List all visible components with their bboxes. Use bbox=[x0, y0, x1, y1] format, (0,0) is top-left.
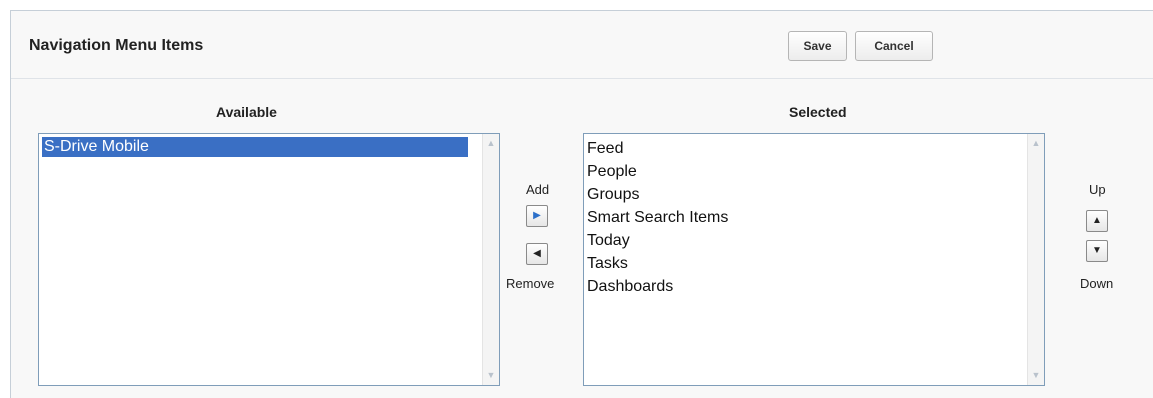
cancel-button[interactable]: Cancel bbox=[855, 31, 933, 61]
scroll-down-icon[interactable]: ▼ bbox=[484, 368, 498, 383]
selected-listbox[interactable]: Feed People Groups Smart Search Items To… bbox=[583, 133, 1045, 386]
selected-option[interactable]: Tasks bbox=[587, 254, 628, 274]
down-triangle-icon: ▼ bbox=[1092, 245, 1102, 256]
selected-option[interactable]: Feed bbox=[587, 139, 623, 159]
selected-scrollbar[interactable]: ▲ ▼ bbox=[1027, 134, 1044, 385]
page-title: Navigation Menu Items bbox=[29, 37, 204, 54]
scroll-up-icon[interactable]: ▲ bbox=[1029, 136, 1043, 151]
available-option[interactable]: S-Drive Mobile bbox=[42, 137, 468, 157]
up-triangle-icon: ▲ bbox=[1092, 215, 1102, 226]
remove-button[interactable]: ◀ bbox=[526, 243, 548, 265]
scroll-down-icon[interactable]: ▼ bbox=[1029, 368, 1043, 383]
up-label: Up bbox=[1089, 182, 1106, 197]
right-triangle-icon: ▶ bbox=[533, 210, 541, 221]
selected-label: Selected bbox=[789, 104, 847, 120]
remove-label: Remove bbox=[506, 276, 555, 291]
save-button[interactable]: Save bbox=[788, 31, 847, 61]
down-label: Down bbox=[1080, 276, 1114, 291]
move-up-button[interactable]: ▲ bbox=[1086, 210, 1108, 232]
selected-option[interactable]: Today bbox=[587, 231, 630, 251]
available-listbox[interactable]: S-Drive Mobile ▲ ▼ bbox=[38, 133, 500, 386]
selected-option[interactable]: People bbox=[587, 162, 637, 182]
add-label: Add bbox=[526, 182, 550, 197]
scroll-up-icon[interactable]: ▲ bbox=[484, 136, 498, 151]
selected-option[interactable]: Smart Search Items bbox=[587, 208, 728, 228]
available-label: Available bbox=[216, 104, 277, 120]
add-button[interactable]: ▶ bbox=[526, 205, 548, 227]
panel-header: Navigation Menu Items Save Cancel bbox=[11, 11, 1153, 79]
selected-option[interactable]: Dashboards bbox=[587, 277, 673, 297]
selected-option[interactable]: Groups bbox=[587, 185, 639, 205]
move-down-button[interactable]: ▼ bbox=[1086, 240, 1108, 262]
left-triangle-icon: ◀ bbox=[533, 248, 541, 259]
available-scrollbar[interactable]: ▲ ▼ bbox=[482, 134, 499, 385]
